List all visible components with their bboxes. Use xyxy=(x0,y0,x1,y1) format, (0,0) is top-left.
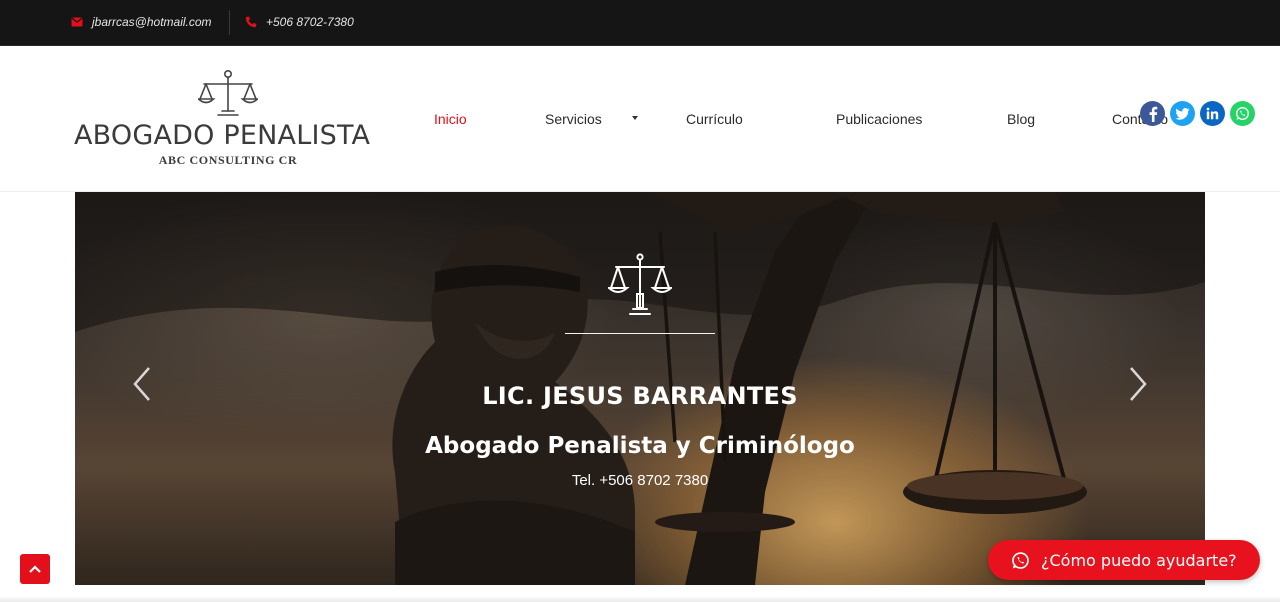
hero-role: Abogado Penalista y Criminólogo xyxy=(425,433,855,459)
nav-servicios[interactable]: Servicios xyxy=(545,111,602,127)
help-button-label: ¿Cómo puedo ayudarte? xyxy=(1041,550,1237,570)
top-bar: jbarrcas@hotmail.com +506 8702-7380 xyxy=(0,0,1280,46)
logo-title: ABOGADO PENALISTA xyxy=(74,120,371,151)
whatsapp-icon xyxy=(1012,551,1029,569)
phone-text: +506 8702-7380 xyxy=(266,15,354,29)
twitter-icon[interactable] xyxy=(1170,101,1195,126)
slider-prev-arrow[interactable] xyxy=(127,364,157,404)
nav-inicio[interactable]: Inicio xyxy=(434,111,467,127)
page-bottom-edge xyxy=(0,596,1280,602)
phone-link[interactable]: +506 8702-7380 xyxy=(245,15,354,29)
site-logo[interactable]: ABOGADO PENALISTA ABC CONSULTING CR xyxy=(72,64,384,174)
facebook-icon[interactable] xyxy=(1140,101,1165,126)
email-link[interactable]: jbarrcas@hotmail.com xyxy=(71,15,212,29)
hero-name: LIC. JESUS BARRANTES xyxy=(482,382,798,410)
email-text: jbarrcas@hotmail.com xyxy=(92,15,212,29)
site-header: ABOGADO PENALISTA ABC CONSULTING CR Inic… xyxy=(0,46,1280,192)
hero-phone: Tel. +506 8702 7380 xyxy=(571,472,709,489)
scales-icon xyxy=(608,253,672,315)
scales-logo-icon xyxy=(198,69,258,116)
nav-curriculo[interactable]: Currículo xyxy=(686,111,743,127)
chevron-down-icon[interactable] xyxy=(632,116,638,120)
topbar-divider xyxy=(229,10,230,35)
whatsapp-help-button[interactable]: ¿Cómo puedo ayudarte? xyxy=(988,540,1260,580)
logo-subtitle: ABC CONSULTING CR xyxy=(158,153,298,167)
hero-slider: LIC. JESUS BARRANTES Abogado Penalista y… xyxy=(75,192,1205,585)
phone-icon xyxy=(245,16,257,28)
hero-divider xyxy=(565,333,715,334)
slider-next-arrow[interactable] xyxy=(1123,364,1153,404)
chevron-up-icon xyxy=(29,565,41,573)
linkedin-icon[interactable] xyxy=(1200,101,1225,126)
nav-publicaciones[interactable]: Publicaciones xyxy=(836,111,922,127)
scroll-top-button[interactable] xyxy=(20,554,50,584)
envelope-icon xyxy=(71,17,83,27)
whatsapp-icon[interactable] xyxy=(1230,101,1255,126)
nav-blog[interactable]: Blog xyxy=(1007,111,1035,127)
